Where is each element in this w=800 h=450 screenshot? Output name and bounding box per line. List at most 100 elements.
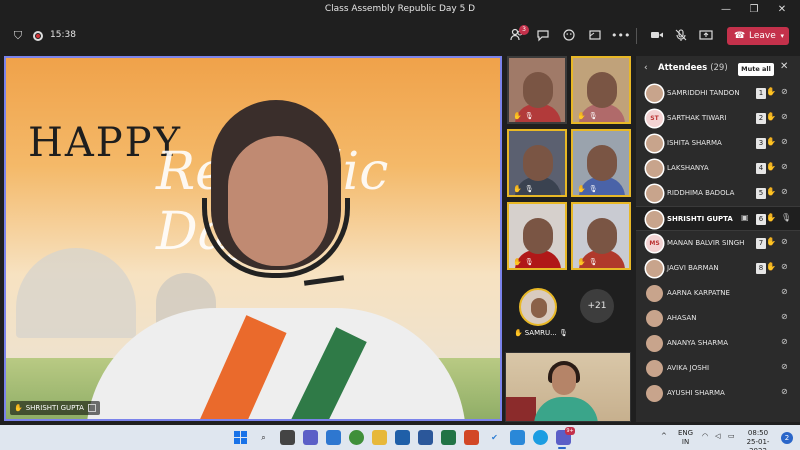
main-speaker-video[interactable]: HAPPY Republic Day ✋SHRISHTI GUPTA <box>4 56 502 421</box>
speaker-name: SHRISHTI GUPTA <box>25 404 84 412</box>
participant-face <box>587 72 617 108</box>
mic-off-icon: 🎙 <box>588 185 598 193</box>
raised-hand-icon: ✋ <box>766 87 776 96</box>
chevron-down-icon[interactable]: ▾ <box>780 27 784 45</box>
minimize-button[interactable]: — <box>712 2 740 18</box>
avatar <box>646 135 663 152</box>
powerpoint-icon[interactable] <box>464 430 479 445</box>
todo-icon[interactable]: ✔ <box>487 430 502 445</box>
attendee-row[interactable]: SAMRIDDHI TANDON 1 ✋ ⊘ <box>636 81 800 106</box>
mute-all-button[interactable]: Mute all <box>738 63 774 76</box>
attendees-title: Attendees (29) <box>658 63 728 73</box>
participant-face <box>523 145 553 181</box>
mic-off-icon[interactable]: ⊘ <box>781 237 788 246</box>
attendee-row[interactable]: LAKSHANYA 4 ✋ ⊘ <box>636 156 800 181</box>
teacher-face <box>552 365 576 395</box>
leave-button[interactable]: ☎ Leave ▾ <box>727 27 789 45</box>
mic-off-icon[interactable]: ⊘ <box>781 387 788 396</box>
reactions-icon[interactable] <box>561 28 577 44</box>
participant-face <box>523 218 553 254</box>
attendee-row[interactable]: AARNA KARPATNE ⊘ <box>636 281 800 306</box>
mic-off-icon[interactable]: ⊘ <box>781 137 788 146</box>
mic-off-icon[interactable] <box>673 28 689 44</box>
raised-hand-order: 8 <box>756 263 766 274</box>
avatar <box>646 285 663 302</box>
participant-face <box>587 218 617 254</box>
leave-label: Leave <box>749 31 776 41</box>
participant-face <box>523 72 553 108</box>
edge-icon[interactable] <box>533 430 548 445</box>
mic-icon[interactable]: 🎙 <box>781 213 791 222</box>
attendee-row[interactable]: ANANYA SHARMA ⊘ <box>636 331 800 356</box>
teams-icon[interactable]: 9+ <box>556 427 575 445</box>
avatar <box>646 335 663 352</box>
windows-start-icon[interactable] <box>233 430 248 445</box>
clock[interactable]: 08:5025-01-2022 <box>741 429 775 450</box>
chat-icon[interactable] <box>535 28 551 44</box>
task-view-icon[interactable] <box>280 430 295 445</box>
attendee-row[interactable]: MS MANAN BALVIR SINGH 7 ✋ ⊘ <box>636 231 800 256</box>
mic-off-icon[interactable]: ⊘ <box>781 362 788 371</box>
store-icon[interactable] <box>510 430 525 445</box>
mic-off-icon[interactable]: ⊘ <box>781 287 788 296</box>
avatar <box>646 185 663 202</box>
mic-off-icon[interactable]: ⊘ <box>781 337 788 346</box>
avatar: MS <box>646 235 663 252</box>
chevron-up-icon[interactable]: ^ <box>661 432 667 441</box>
teams-chat-icon[interactable] <box>303 430 318 445</box>
attendee-row[interactable]: AHASAN ⊘ <box>636 306 800 331</box>
rooms-icon[interactable] <box>587 28 603 44</box>
attendee-name: AHASAN <box>667 314 697 322</box>
teacher-video-tile[interactable] <box>505 352 631 422</box>
participant-video-thumbnail[interactable]: ✋ 🎙 <box>571 56 631 124</box>
attendee-row[interactable]: ISHITA SHARMA 3 ✋ ⊘ <box>636 131 800 156</box>
camera-icon[interactable] <box>649 28 665 44</box>
word-icon[interactable] <box>418 430 433 445</box>
maximize-button[interactable]: ❐ <box>740 2 768 18</box>
participant-avatar-tile[interactable]: ✋ SAMRU... 🎙 <box>512 285 592 345</box>
attendee-row[interactable]: ST SARTHAK TIWARI 2 ✋ ⊘ <box>636 106 800 131</box>
wifi-icon[interactable]: ◠ <box>702 432 708 441</box>
mail-icon[interactable] <box>395 430 410 445</box>
close-icon[interactable]: ✕ <box>780 61 788 72</box>
chrome-icon[interactable] <box>349 430 364 445</box>
participant-video-thumbnail[interactable]: ✋ 🎙 <box>571 129 631 197</box>
language-indicator[interactable]: ENG IN <box>678 429 693 447</box>
battery-icon[interactable]: ▭ <box>728 432 735 441</box>
close-window-button[interactable]: ✕ <box>768 2 796 18</box>
attendee-row[interactable]: AVIKA JOSHI ⊘ <box>636 356 800 381</box>
attendee-name: SAMRIDDHI TANDON <box>667 89 740 97</box>
attendees-panel: ‹ Attendees (29) Mute all ✕ SAMRIDDHI TAN… <box>636 56 800 422</box>
file-explorer-icon[interactable] <box>372 430 387 445</box>
more-participants-button[interactable]: +21 <box>580 289 614 323</box>
volume-icon[interactable]: ◁ <box>715 432 720 441</box>
mic-off-icon[interactable]: ⊘ <box>781 187 788 196</box>
participant-video-thumbnail[interactable]: ✋ 🎙 <box>507 129 567 197</box>
search-icon[interactable]: ⌕ <box>256 430 271 445</box>
participant-video-thumbnail[interactable]: ✋ 🎙 <box>507 56 567 124</box>
attendee-row[interactable]: SHRISHTI GUPTA ▣ 6 ✋ 🎙 <box>636 206 800 231</box>
attendee-row[interactable]: AYUSHI SHARMA ⊘ <box>636 381 800 406</box>
mic-off-icon: 🎙 <box>524 185 534 193</box>
share-screen-icon[interactable] <box>698 28 714 44</box>
avatar <box>646 85 663 102</box>
chevron-left-icon[interactable]: ‹ <box>644 63 648 73</box>
raised-hand-order: 5 <box>756 188 766 199</box>
mic-off-icon[interactable]: ⊘ <box>781 112 788 121</box>
mic-off-icon[interactable]: ⊘ <box>781 162 788 171</box>
participant-video-thumbnail[interactable]: ✋ 🎙 <box>571 202 631 270</box>
more-icon[interactable]: ••• <box>611 28 630 44</box>
raised-hand-order: 3 <box>756 138 766 149</box>
attendee-row[interactable]: JAGVI BARMAN 8 ✋ ⊘ <box>636 256 800 281</box>
mic-off-icon[interactable]: ⊘ <box>781 312 788 321</box>
phone-hangup-icon: ☎ <box>734 31 746 41</box>
excel-icon[interactable] <box>441 430 456 445</box>
attendee-row[interactable]: RIDDHIMA BADOLA 5 ✋ ⊘ <box>636 181 800 206</box>
headset-mic <box>303 275 345 286</box>
recording-icon <box>33 31 43 41</box>
mic-off-icon[interactable]: ⊘ <box>781 87 788 96</box>
mic-off-icon[interactable]: ⊘ <box>781 262 788 271</box>
widgets-icon[interactable] <box>326 430 341 445</box>
participant-video-thumbnail[interactable]: ✋ 🎙 <box>507 202 567 270</box>
notifications-badge[interactable]: 2 <box>781 432 793 444</box>
